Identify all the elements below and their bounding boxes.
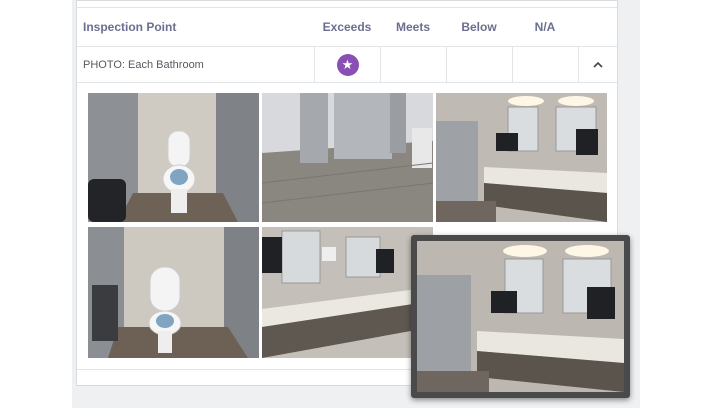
bathroom-photo-1[interactable] xyxy=(88,93,259,222)
header-exceeds: Exceeds xyxy=(322,20,372,34)
table-header: Inspection Point Exceeds Meets Below N/A xyxy=(77,7,617,47)
bathroom-photo-2[interactable] xyxy=(262,93,433,222)
row-label: PHOTO: Each Bathroom xyxy=(83,58,204,71)
preview-photo xyxy=(417,241,624,392)
header-meets: Meets xyxy=(395,20,430,34)
rating-meets-cell[interactable] xyxy=(380,47,446,82)
header-na: N/A xyxy=(534,20,556,34)
bathroom-photo-3[interactable] xyxy=(436,93,607,222)
rating-exceeds-cell[interactable]: ★ xyxy=(314,47,380,82)
collapse-button[interactable] xyxy=(578,47,617,82)
photo-preview-popup[interactable] xyxy=(411,235,630,398)
star-icon: ★ xyxy=(336,53,359,76)
header-inspection-point: Inspection Point xyxy=(83,20,177,34)
bathroom-photo-5[interactable] xyxy=(262,227,433,358)
rating-below-cell[interactable] xyxy=(446,47,512,82)
header-below: Below xyxy=(461,20,497,34)
chevron-up-icon xyxy=(593,61,603,68)
bathroom-photo-4[interactable] xyxy=(88,227,259,358)
rating-na-cell[interactable] xyxy=(512,47,578,82)
table-row: PHOTO: Each Bathroom ★ xyxy=(77,47,617,83)
